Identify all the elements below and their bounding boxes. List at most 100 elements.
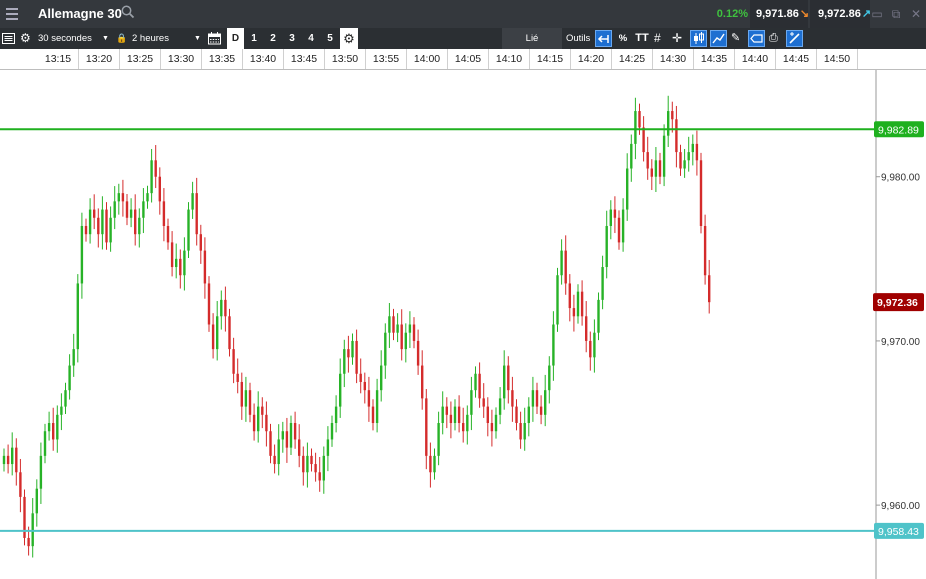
candle-body (277, 439, 280, 465)
move-tool-icon[interactable] (595, 30, 612, 47)
candle-body (351, 340, 354, 358)
time-axis-label: 14:50 (817, 49, 858, 69)
candle-body (248, 390, 252, 415)
candle-body (708, 275, 711, 303)
edit-tool-icon[interactable] (786, 30, 803, 47)
candle-body (220, 299, 223, 317)
candle-body (289, 423, 293, 448)
candle-body (203, 250, 207, 284)
candle-body (494, 414, 498, 432)
print-icon[interactable]: ⎙ (769, 28, 778, 49)
sell-price: 9,971.86 (756, 8, 799, 20)
candle-body (580, 291, 584, 317)
popout-icon[interactable]: ⧉ (889, 7, 903, 21)
sell-arrow-icon: ↘ (799, 8, 810, 20)
settings-icon[interactable]: ⚙ (20, 28, 31, 49)
time-axis-label: 13:25 (120, 49, 161, 69)
candle-body (97, 217, 100, 235)
shortcut-3[interactable]: 3 (284, 28, 300, 49)
shortcut-2[interactable]: 2 (265, 28, 281, 49)
candle-body (626, 168, 629, 210)
candle-body (593, 332, 596, 358)
candle-body (466, 414, 469, 432)
grid-icon[interactable]: # (654, 28, 661, 49)
lock-icon[interactable]: 🔒 (116, 28, 127, 49)
candle-body (80, 225, 84, 284)
candle-body (503, 365, 506, 399)
candle-body (105, 209, 108, 243)
candle-body (654, 160, 658, 177)
candle-body (449, 414, 453, 424)
link-button[interactable]: Lié (502, 28, 562, 49)
candle-body (482, 398, 485, 407)
candle-body (462, 423, 465, 432)
candle-body (683, 160, 686, 169)
shortcut-5[interactable]: 5 (322, 28, 338, 49)
search-icon[interactable] (120, 4, 136, 20)
candle-body (453, 406, 457, 424)
candle-body (363, 381, 366, 391)
label-tool-icon[interactable] (748, 30, 765, 47)
candle-body (285, 431, 289, 448)
percent-button[interactable]: % (617, 28, 629, 49)
close-icon[interactable]: ✕ (909, 7, 923, 21)
list-icon[interactable] (2, 32, 15, 45)
candle-body (609, 209, 612, 226)
shortcut-4[interactable]: 4 (303, 28, 319, 49)
menu-icon[interactable] (0, 0, 24, 28)
range-select[interactable]: 2 heures ▼ (132, 28, 204, 49)
candle-body (343, 349, 346, 374)
candle-body (548, 365, 551, 391)
candle-body (6, 455, 10, 465)
candlestick-icon[interactable] (690, 30, 707, 47)
time-axis-label: 13:50 (325, 49, 366, 69)
sell-price-button[interactable]: 9,971.86↘ (750, 0, 810, 28)
price-tick-label: 9,970.00 (881, 337, 920, 348)
price-chart[interactable]: 9,980.00 9,970.00 9,960.00 9,982.89 9,958.43… (0, 70, 926, 579)
candle-body (195, 193, 198, 235)
calendar-icon[interactable] (208, 32, 221, 45)
candle-body (388, 316, 391, 333)
candle-body (416, 340, 420, 366)
candle-body (658, 160, 662, 177)
drawing-tool-icon[interactable]: ✎ (731, 28, 740, 49)
shortcut-1[interactable]: 1 (246, 28, 262, 49)
time-axis-label: 14:10 (489, 49, 530, 69)
candle-body (400, 324, 403, 350)
candle-body (535, 390, 539, 407)
chart-settings-icon[interactable]: ⚙ (340, 28, 358, 49)
candle-body (515, 406, 518, 424)
interval-select[interactable]: 30 secondes ▼ (38, 28, 110, 49)
day-button[interactable]: D (227, 28, 244, 49)
candle-body (166, 225, 170, 243)
candle-body (392, 316, 395, 333)
candle-body (375, 390, 379, 424)
time-axis-label: 14:40 (735, 49, 776, 69)
crosshair-icon[interactable]: ✛ (672, 28, 682, 49)
time-axis-label: 14:00 (407, 49, 448, 69)
candle-body (478, 373, 481, 399)
candle-body (109, 217, 112, 243)
candle-body (257, 406, 260, 432)
candle-body (412, 324, 416, 341)
candle-body (556, 275, 559, 325)
candle-body (31, 513, 34, 547)
buy-price-button[interactable]: 9,972.86↗ (810, 0, 871, 28)
candle-body (650, 168, 653, 177)
candle-body (15, 447, 18, 473)
text-tool-button[interactable]: TT (634, 28, 650, 49)
interval-value: 30 secondes (38, 33, 92, 44)
current-price-label: 9,972.36 (877, 297, 918, 309)
candle-body (228, 316, 231, 350)
candle-body (671, 111, 674, 120)
line-chart-icon[interactable] (710, 30, 727, 47)
candle-body (154, 160, 157, 177)
candle-body (142, 201, 145, 218)
resistance-label: 9,982.89 (878, 124, 919, 136)
candle-body (236, 373, 239, 382)
time-axis-label: 13:20 (79, 49, 120, 69)
candle-body (84, 225, 88, 235)
restore-icon[interactable]: ▭ (870, 7, 884, 21)
candle-body (138, 217, 141, 235)
candle-body (113, 201, 116, 218)
